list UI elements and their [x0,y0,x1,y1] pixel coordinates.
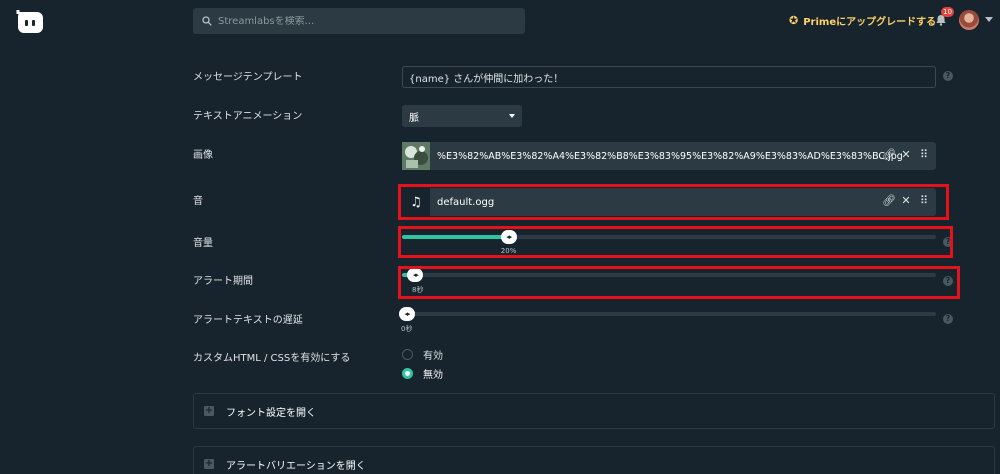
radio-disabled[interactable]: 無効 [402,366,443,381]
image-file-row[interactable]: %E3%82%AB%E3%82%A4%E3%82%B8%E3%83%95%E3%… [402,142,936,170]
search-bar[interactable] [193,8,525,34]
volume-label: 音量 [193,238,213,249]
text-animation-value: 脈 [409,112,419,124]
plus-icon: + [204,405,214,416]
search-icon [202,16,212,26]
highlight-box-sound [398,184,949,220]
select-arrow-icon [509,114,515,118]
sound-label: 音 [193,196,203,207]
text-delay-value: 0秒 [401,325,413,333]
message-template-input[interactable]: {name} さんが仲間に加わった！ [402,66,936,88]
text-animation-label: テキストアニメーション [193,111,303,122]
highlight-box-duration [398,266,960,299]
font-settings-toggle[interactable]: + フォント設定を開く [193,393,995,429]
streamlabs-logo-icon[interactable] [14,8,44,34]
font-settings-label: フォント設定を開く [226,407,316,419]
alert-variation-label: アラートバリエーションを開く [226,460,366,472]
link-icon[interactable]: 🔗︎ [882,149,896,161]
highlight-box-volume [398,226,953,258]
image-thumbnail [402,142,430,170]
text-delay-slider[interactable]: ◂▸ [399,307,936,321]
message-template-label: メッセージテンプレート [193,72,303,83]
notification-badge: 10 [941,7,954,17]
prime-star-icon: ✪ [789,14,799,27]
grid-icon[interactable]: ⠿ [918,149,930,161]
prime-upgrade-link[interactable]: ✪ Primeにアップグレードする [789,13,936,28]
chevron-down-icon[interactable] [985,17,993,22]
slider-handle[interactable]: ◂▸ [399,307,415,321]
image-label: 画像 [193,150,213,161]
prime-label: Primeにアップグレードする [803,17,937,28]
radio-button-selected[interactable] [402,368,413,379]
radio-enabled[interactable]: 有効 [402,347,443,362]
plus-icon: + [204,458,214,469]
search-input[interactable] [218,15,508,27]
help-icon[interactable]: ? [943,71,953,81]
avatar[interactable] [959,10,979,30]
custom-css-label: カスタムHTML / CSSを有効にする [193,353,351,364]
alert-duration-label: アラート期間 [193,276,253,287]
text-animation-select[interactable]: 脈 [402,105,522,127]
help-icon[interactable]: ? [943,314,953,324]
radio-label: 無効 [423,370,443,381]
radio-button[interactable] [402,349,413,360]
close-icon[interactable]: ✕ [900,149,912,161]
text-delay-label: アラートテキストの遅延 [193,315,303,326]
radio-label: 有効 [423,351,443,362]
image-filename: %E3%82%AB%E3%82%A4%E3%82%B8%E3%83%95%E3%… [437,150,903,162]
alert-variation-toggle[interactable]: + アラートバリエーションを開く [193,446,995,474]
